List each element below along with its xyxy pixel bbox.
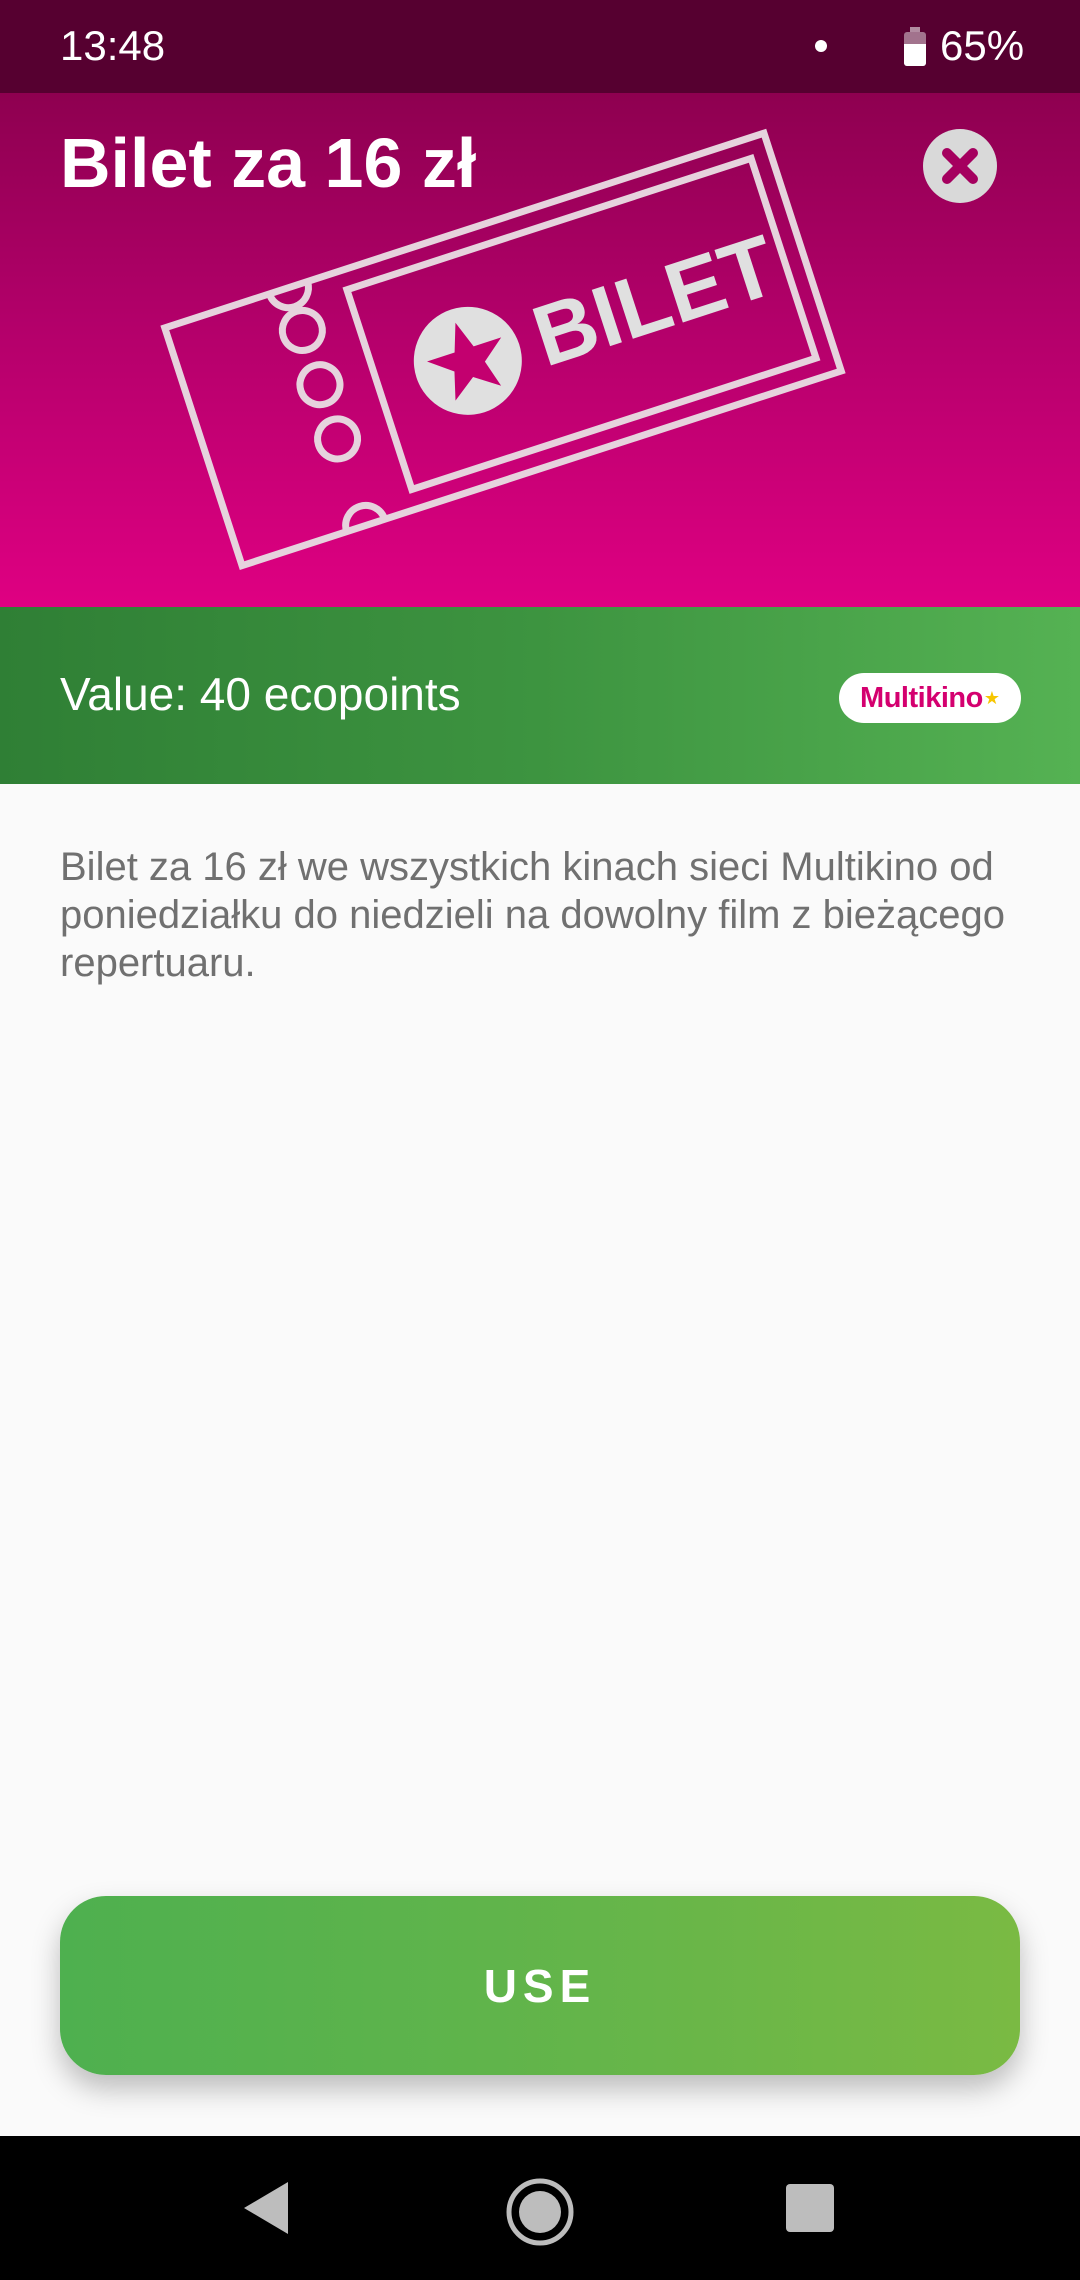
close-icon (942, 148, 978, 184)
back-triangle-icon[interactable] (244, 2182, 288, 2234)
recents-square-icon[interactable] (786, 2184, 834, 2232)
system-nav-bar (0, 2136, 1080, 2280)
status-bar: 13:48 65% (0, 0, 1080, 93)
home-circle-icon[interactable] (506, 2178, 574, 2246)
value-band: Value: 40 ecopoints Multikino ★ (0, 607, 1080, 784)
multikino-logo: Multikino ★ (839, 673, 1021, 723)
status-time: 13:48 (60, 22, 166, 69)
notification-dot-icon (815, 40, 827, 52)
brand-logo-text: Multikino (860, 681, 983, 714)
close-button[interactable] (923, 129, 997, 203)
reward-header: BILET Bilet za 16 zł (0, 93, 1080, 607)
use-button[interactable]: USE (60, 1896, 1020, 2075)
ticket-illustration-text: BILET (522, 217, 788, 385)
logo-star-icon: ★ (983, 687, 1000, 708)
battery-icon (904, 27, 926, 66)
reward-description: Bilet za 16 zł we wszystkich kinach siec… (60, 845, 1006, 985)
battery-percent: 65% (940, 22, 1025, 69)
value-label: Value: 40 ecopoints (60, 668, 461, 720)
page-title: Bilet za 16 zł (60, 124, 477, 202)
screen: 13:48 65% BILET Bilet za 16 zł Value: 40… (0, 0, 1080, 2280)
